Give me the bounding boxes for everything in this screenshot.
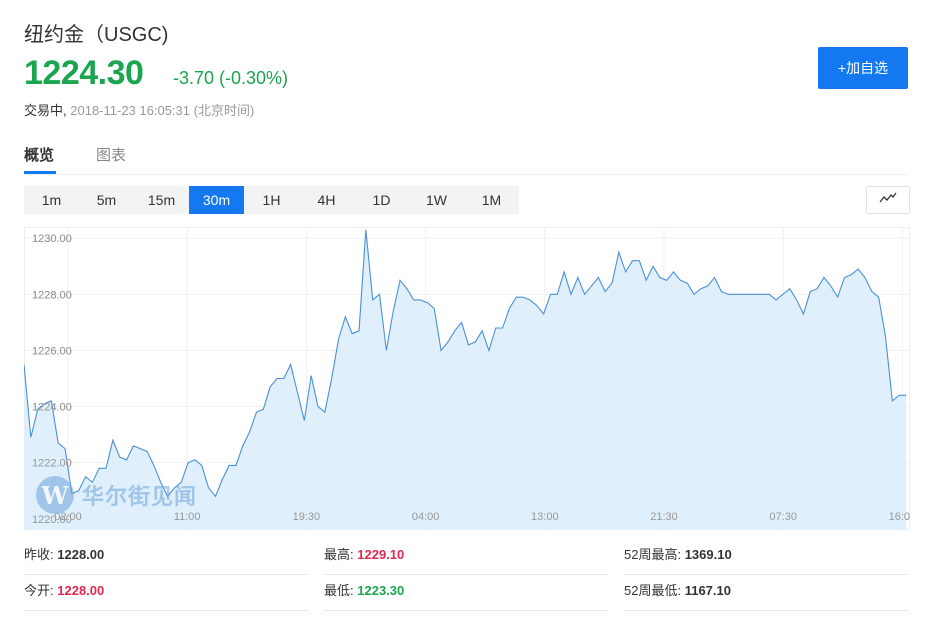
- x-tick-label: 21:30: [650, 511, 678, 523]
- last-price: 1224.30: [24, 54, 144, 92]
- instrument-title: 纽约金（USGC): [24, 24, 169, 46]
- active-tab-indicator: [24, 171, 56, 174]
- timestamp: 2018-11-23 16:05:31 (北京时间): [70, 103, 255, 118]
- y-tick-label: 1230.00: [32, 233, 72, 245]
- price-change: -3.70 (-0.30%): [173, 68, 289, 88]
- period-1m[interactable]: 1m: [24, 186, 79, 214]
- stat-label: 52周最低:: [624, 583, 682, 598]
- tab-bar: 概览 图表: [24, 140, 908, 175]
- stat-value: 1229.10: [357, 547, 405, 562]
- period-1h[interactable]: 1H: [244, 186, 299, 214]
- stat-label: 今开:: [24, 583, 54, 598]
- period-4h[interactable]: 4H: [299, 186, 354, 214]
- stat-value: 1369.10: [684, 547, 732, 562]
- stat-label: 最高:: [324, 547, 354, 562]
- period-5m[interactable]: 5m: [79, 186, 134, 214]
- line-chart-icon: [879, 191, 897, 209]
- stat-value: 1223.30: [357, 583, 405, 598]
- stat-52w-low: 52周最低: 1167.10: [624, 574, 908, 611]
- stat-value: 1167.10: [684, 583, 731, 598]
- period-30m[interactable]: 30m: [189, 186, 244, 214]
- x-tick-label: 16:00: [889, 511, 910, 523]
- stat-label: 52周最高:: [624, 547, 682, 562]
- stat-high: 最高: 1229.10: [324, 538, 608, 575]
- tab-chart[interactable]: 图表: [96, 144, 126, 165]
- status-label: 交易中,: [24, 103, 67, 118]
- add-watchlist-button[interactable]: +加自选: [818, 47, 908, 89]
- period-15m[interactable]: 15m: [134, 186, 189, 214]
- stat-open: 今开: 1228.00: [24, 574, 308, 611]
- chart-type-button[interactable]: [866, 186, 910, 214]
- y-tick-label: 1224.00: [32, 402, 72, 414]
- period-1mo[interactable]: 1M: [464, 186, 519, 214]
- x-tick-label: 13:00: [531, 511, 559, 523]
- period-1d[interactable]: 1D: [354, 186, 409, 214]
- stat-value: 1228.00: [57, 547, 105, 562]
- x-tick-label: 07:30: [769, 511, 797, 523]
- period-selector: 1m 5m 15m 30m 1H 4H 1D 1W 1M: [24, 186, 519, 214]
- watermark-logo: W: [36, 476, 74, 514]
- stat-52w-high: 52周最高: 1369.10: [624, 538, 908, 575]
- y-tick-label: 1222.00: [32, 458, 72, 470]
- x-tick-label: 04:00: [412, 511, 440, 523]
- watermark: W 华尔街见闻: [36, 476, 197, 514]
- x-tick-label: 19:30: [293, 511, 321, 523]
- stat-prev-close: 昨收: 1228.00: [24, 538, 308, 575]
- stat-label: 昨收:: [24, 547, 54, 562]
- stat-label: 最低:: [324, 583, 354, 598]
- y-tick-label: 1228.00: [32, 289, 72, 301]
- y-tick-label: 1226.00: [32, 345, 72, 357]
- period-1w[interactable]: 1W: [409, 186, 464, 214]
- watermark-text: 华尔街见闻: [82, 484, 198, 510]
- trading-status: 交易中, 2018-11-23 16:05:31 (北京时间): [24, 100, 254, 119]
- stat-low: 最低: 1223.30: [324, 574, 608, 611]
- tab-overview[interactable]: 概览: [24, 144, 54, 165]
- stat-value: 1228.00: [57, 583, 105, 598]
